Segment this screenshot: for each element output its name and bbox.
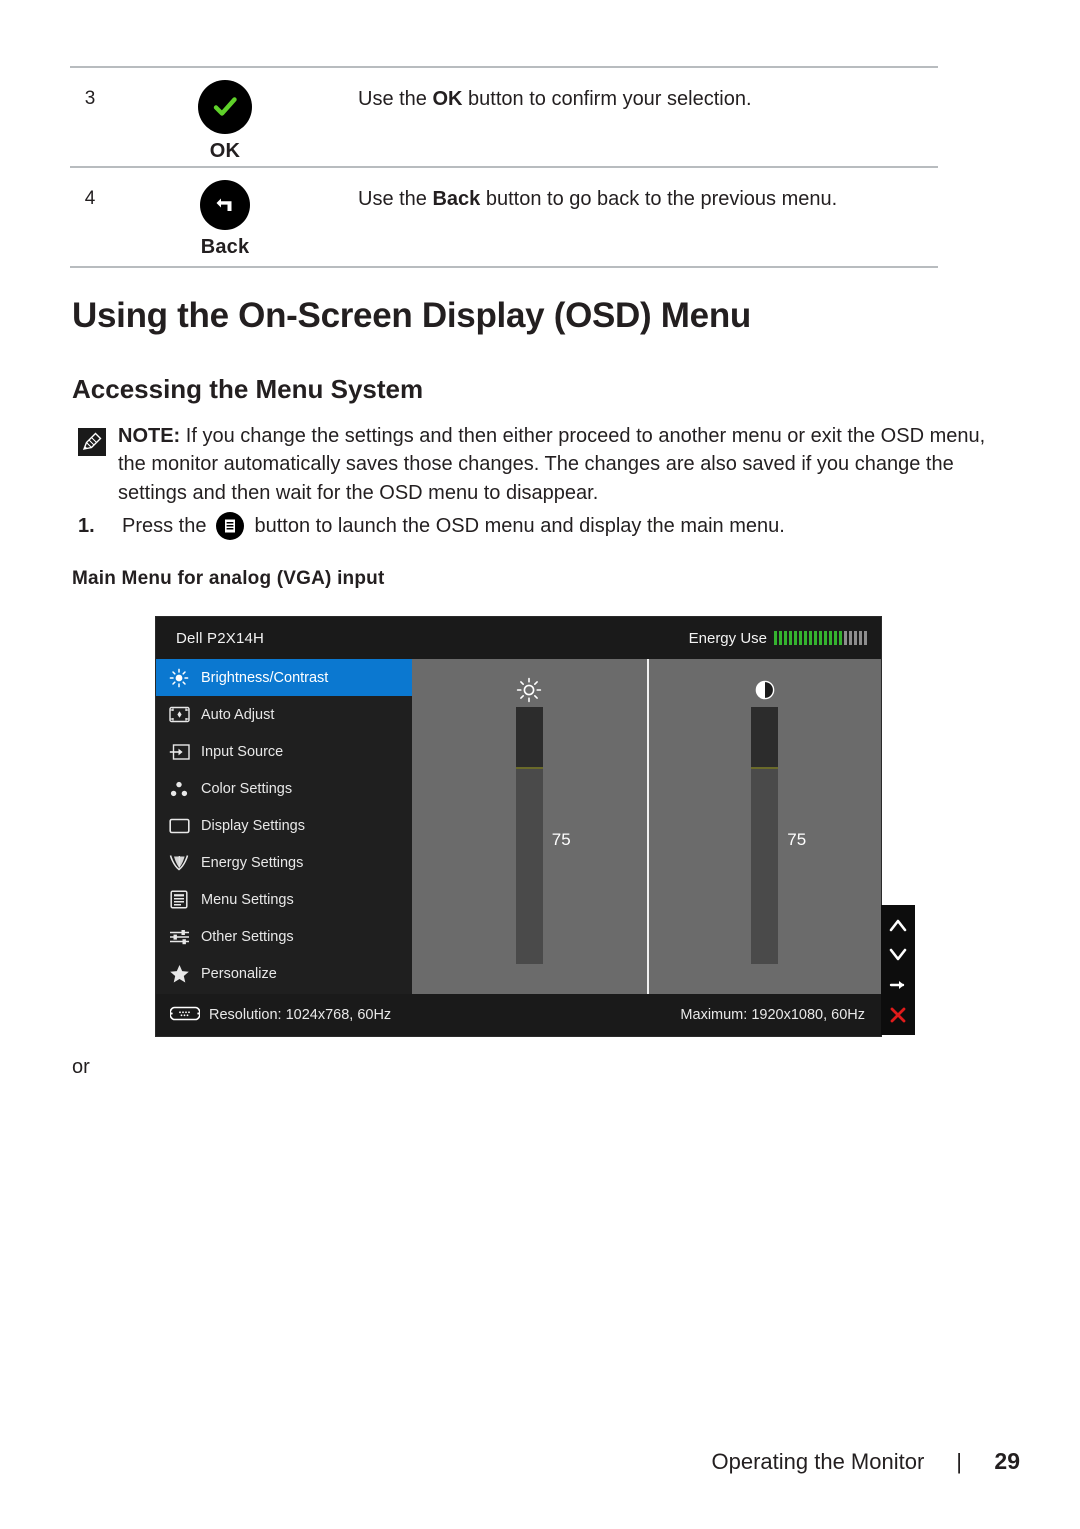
contrast-slider-holder: 75 xyxy=(751,707,806,964)
osd-status-bar: Resolution: 1024x768, 60Hz Maximum: 1920… xyxy=(156,994,881,1036)
up-arrow-icon[interactable] xyxy=(886,913,910,937)
osd-menu-item-label: Menu Settings xyxy=(201,891,294,908)
color-settings-icon xyxy=(168,778,190,800)
osd-menu-item-brightness-contrast[interactable]: Brightness/Contrast xyxy=(156,659,412,696)
contrast-slider-knob[interactable] xyxy=(751,707,779,769)
brightness-slider-knob[interactable] xyxy=(515,707,543,769)
osd-menu-item-label: Brightness/Contrast xyxy=(201,669,329,686)
section-heading: Accessing the Menu System xyxy=(72,374,424,404)
osd-menu-item-input-source[interactable]: Input Source xyxy=(156,733,412,770)
auto-adjust-icon xyxy=(168,704,190,726)
osd-menu-list: Brightness/Contrast Auto Adjust Input Sour… xyxy=(156,659,412,994)
note-body: If you change the settings and then eith… xyxy=(118,425,986,504)
note-callout: NOTE: If you change the settings and the… xyxy=(78,422,1018,507)
ok-button-label: OK xyxy=(209,140,241,162)
osd-screenshot: Dell P2X14H Energy Use Brightness/Contra… xyxy=(155,616,915,1037)
desc-text-bold: Back xyxy=(432,188,481,210)
osd-menu-item-label: Input Source xyxy=(201,743,284,760)
osd-menu-item-other-settings[interactable]: Other Settings xyxy=(156,918,412,955)
contrast-slider[interactable] xyxy=(751,707,779,964)
desc-text-before: Use the xyxy=(358,188,433,210)
close-x-icon[interactable] xyxy=(886,1003,910,1027)
row-number: 4 xyxy=(84,188,96,209)
menu-settings-icon xyxy=(168,889,190,911)
vga-connector-icon xyxy=(169,1006,201,1025)
brightness-slider-holder: 75 xyxy=(515,707,571,964)
button-reference-table: 3 OK Use the OK button to confirm your s… xyxy=(70,66,938,268)
osd-title-bar: Dell P2X14H Energy Use xyxy=(156,617,881,659)
energy-use-label: Energy Use xyxy=(688,629,767,647)
step-text-before: Press the xyxy=(122,514,207,537)
osd-menu-item-color-settings[interactable]: Color Settings xyxy=(156,770,412,807)
osd-menu-item-menu-settings[interactable]: Menu Settings xyxy=(156,881,412,918)
brightness-icon xyxy=(168,667,190,689)
osd-menu-item-label: Auto Adjust xyxy=(201,706,275,723)
contrast-value: 75 xyxy=(787,830,807,849)
subsection-heading: Main Menu for analog (VGA) input xyxy=(72,568,385,589)
brightness-slider[interactable] xyxy=(515,707,543,964)
osd-menu-item-personalize[interactable]: Personalize xyxy=(156,955,412,992)
desc-text-before: Use the xyxy=(358,88,433,110)
energy-use-meter: Energy Use xyxy=(689,630,867,647)
osd-body: Brightness/Contrast Auto Adjust Input Sour… xyxy=(156,659,881,994)
energy-use-bars xyxy=(774,631,867,645)
menu-button-icon[interactable] xyxy=(215,511,245,541)
osd-maximum-resolution: Maximum: 1920x1080, 60Hz xyxy=(680,1007,865,1023)
back-button-label: Back xyxy=(200,236,250,258)
note-pencil-icon xyxy=(78,428,106,456)
step-number: 1. xyxy=(78,514,95,537)
desc-text-bold: OK xyxy=(432,88,463,110)
row-number: 3 xyxy=(84,88,96,109)
desc-text-after: button to confirm your selection. xyxy=(462,88,752,110)
brightness-value: 75 xyxy=(551,830,571,849)
osd-window: Dell P2X14H Energy Use Brightness/Contra… xyxy=(155,616,915,1037)
note-label: NOTE: xyxy=(118,425,181,447)
input-source-icon xyxy=(168,741,190,763)
osd-monitor-model: Dell P2X14H xyxy=(176,629,265,647)
step-text-after: button to launch the OSD menu and displa… xyxy=(254,514,785,537)
osd-brightness-panel: 75 xyxy=(412,659,647,994)
other-settings-icon xyxy=(168,926,190,948)
desc-text-after: button to go back to the previous menu. xyxy=(480,188,838,210)
sun-icon xyxy=(516,673,542,707)
osd-nav-strip xyxy=(881,905,915,1035)
step-one: 1. Press the button to launch the OSD me… xyxy=(78,511,785,541)
row-description: Use the Back button to go back to the pr… xyxy=(340,180,938,213)
down-arrow-icon[interactable] xyxy=(886,943,910,967)
osd-resolution-group: Resolution: 1024x768, 60Hz xyxy=(169,1006,392,1025)
osd-menu-item-label: Energy Settings xyxy=(201,854,304,871)
osd-current-resolution: Resolution: 1024x768, 60Hz xyxy=(209,1007,392,1023)
table-divider xyxy=(70,266,938,268)
right-arrow-icon[interactable] xyxy=(886,973,910,997)
note-text: NOTE: If you change the settings and the… xyxy=(118,422,1018,507)
osd-menu-item-label: Personalize xyxy=(201,965,277,982)
row-description: Use the OK button to confirm your select… xyxy=(340,80,938,113)
page-footer: Operating the Monitor | 29 xyxy=(0,1448,1080,1475)
page-title: Using the On-Screen Display (OSD) Menu xyxy=(72,296,751,335)
personalize-star-icon xyxy=(168,963,190,985)
back-arrow-icon[interactable] xyxy=(200,180,250,230)
or-separator-text: or xyxy=(72,1056,90,1078)
contrast-icon xyxy=(754,673,776,707)
osd-menu-item-label: Display Settings xyxy=(201,817,305,834)
green-check-icon[interactable] xyxy=(198,80,252,134)
osd-menu-item-display-settings[interactable]: Display Settings xyxy=(156,807,412,844)
row-icon-cell: OK xyxy=(110,80,340,163)
page-number: 29 xyxy=(994,1448,1020,1474)
table-row: 4 Back Use the Back button to go back to… xyxy=(70,168,938,266)
osd-adjust-panels: 75 75 xyxy=(412,659,881,994)
footer-divider: | xyxy=(956,1449,962,1474)
osd-contrast-panel: 75 xyxy=(646,659,882,994)
table-row: 3 OK Use the OK button to confirm your s… xyxy=(70,68,938,166)
osd-menu-item-label: Other Settings xyxy=(201,928,294,945)
display-settings-icon xyxy=(168,815,190,837)
osd-menu-item-auto-adjust[interactable]: Auto Adjust xyxy=(156,696,412,733)
footer-section-name: Operating the Monitor xyxy=(711,1449,925,1474)
row-icon-cell: Back xyxy=(110,180,340,259)
osd-menu-item-energy-settings[interactable]: Energy Settings xyxy=(156,844,412,881)
energy-settings-icon xyxy=(168,852,190,874)
osd-menu-item-label: Color Settings xyxy=(201,780,293,797)
